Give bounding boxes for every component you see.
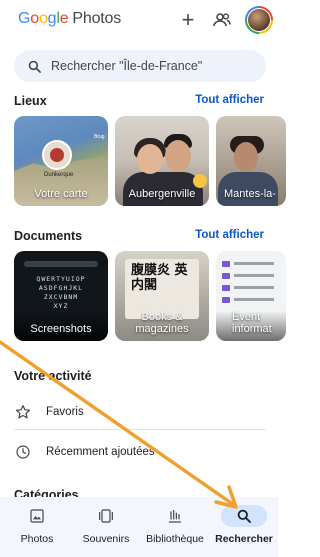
nav-memories[interactable]: Souvenirs xyxy=(74,505,138,553)
places-see-all-link[interactable]: Tout afficher xyxy=(195,94,264,106)
doc-card-books-magazines[interactable]: 腹膜炎 英内閣 Books & magazines xyxy=(115,251,209,341)
doc-card-event-information[interactable]: Event informat xyxy=(216,251,286,341)
search-icon xyxy=(28,60,41,73)
divider xyxy=(14,429,266,430)
documents-see-all-link[interactable]: Tout afficher xyxy=(195,229,264,241)
nav-photos[interactable]: Photos xyxy=(5,505,69,553)
newspaper-thumbnail-text: 腹膜炎 英内閣 xyxy=(131,263,188,293)
add-icon[interactable]: + xyxy=(178,9,198,31)
keyboard-row: XYZ xyxy=(53,302,69,310)
emoji-sticker-icon xyxy=(193,174,207,188)
places-section-title: Lieux xyxy=(14,94,47,108)
place-card-label: Votre carte xyxy=(34,188,88,200)
nav-label: Photos xyxy=(20,533,54,545)
activity-item-favorites[interactable]: Favoris xyxy=(14,398,264,426)
keyboard-row: ASDFGHJKL xyxy=(38,284,84,292)
search-placeholder: Rechercher "Île-de-France" xyxy=(51,59,203,73)
doc-card-label: Screenshots xyxy=(30,323,92,335)
map-city-label-2: Brug xyxy=(94,134,105,140)
place-card-mantes[interactable]: Mantes-la- xyxy=(216,116,286,206)
place-card-label: Aubergenville xyxy=(128,188,196,200)
map-pin-icon xyxy=(42,140,72,170)
documents-section-title: Documents xyxy=(14,229,83,243)
library-icon xyxy=(169,510,181,523)
logo-photos-text: Photos xyxy=(72,10,122,27)
search-icon xyxy=(237,509,251,523)
activity-item-recently-added[interactable]: Récemment ajoutées xyxy=(14,438,264,466)
doc-card-screenshots[interactable]: QWERTYUIOP ASDFGHJKL ZXCVBNM XYZ Screens… xyxy=(14,251,108,341)
history-icon xyxy=(14,443,32,461)
sharing-icon[interactable] xyxy=(212,10,232,30)
doc-card-label: Books & magazines xyxy=(135,311,189,335)
nav-label: Bibliothèque xyxy=(146,533,204,545)
nav-label: Souvenirs xyxy=(82,533,130,545)
google-photos-logo: Google Photos xyxy=(18,10,122,27)
bottom-navigation: Photos Souvenirs Bibliothèque Rechercher xyxy=(0,497,278,557)
doc-card-label: Event informat xyxy=(232,311,272,335)
activity-section-title: Votre activité xyxy=(14,369,92,383)
activity-item-label: Récemment ajoutées xyxy=(46,446,155,458)
map-city-label: Dunkerque xyxy=(44,172,74,178)
search-bar[interactable]: Rechercher "Île-de-France" xyxy=(14,50,266,82)
nav-label: Rechercher xyxy=(215,533,273,545)
star-icon xyxy=(14,403,32,421)
place-card-aubergenville[interactable]: Aubergenville xyxy=(115,116,209,206)
nav-library[interactable]: Bibliothèque xyxy=(143,505,207,553)
keyboard-row: QWERTYUIOP xyxy=(36,275,86,283)
keyboard-row: ZXCVBNM xyxy=(43,293,79,301)
memories-icon xyxy=(99,509,113,523)
activity-item-label: Favoris xyxy=(46,406,84,418)
place-card-label: Mantes-la- xyxy=(224,188,276,200)
account-avatar[interactable] xyxy=(245,6,273,34)
place-card-your-map[interactable]: Dunkerque Brug Votre carte xyxy=(14,116,108,206)
top-app-bar: Google Photos + xyxy=(0,0,278,40)
nav-search[interactable]: Rechercher xyxy=(212,505,276,553)
keyboard-thumbnail: QWERTYUIOP ASDFGHJKL ZXCVBNM XYZ xyxy=(26,275,96,311)
photo-icon xyxy=(30,509,44,523)
